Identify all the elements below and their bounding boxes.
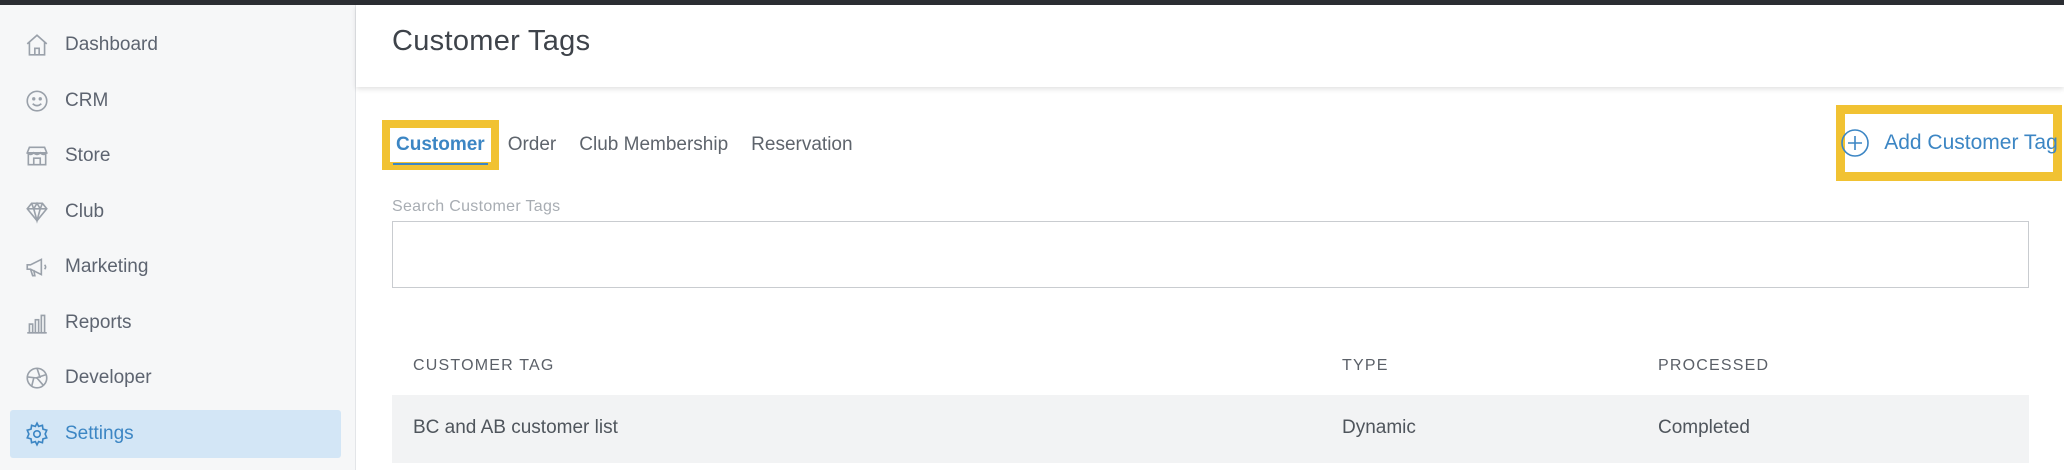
add-customer-tag-label: Add Customer Tag xyxy=(1884,131,2058,154)
sidebar-item-crm[interactable]: CRM xyxy=(10,77,341,125)
sidebar-item-label: Dashboard xyxy=(65,34,158,55)
gear-icon xyxy=(23,420,51,448)
sidebar-item-label: Reports xyxy=(65,311,132,333)
megaphone-icon xyxy=(23,253,51,281)
cell-processed: Completed xyxy=(1658,417,1750,438)
sidebar-item-label: Developer xyxy=(65,367,152,388)
sidebar-item-dashboard[interactable]: Dashboard xyxy=(10,21,341,69)
page-header: Customer Tags xyxy=(356,5,2064,87)
sidebar-item-store[interactable]: Store xyxy=(10,132,341,180)
sidebar-item-club[interactable]: Club xyxy=(10,188,341,236)
diamond-icon xyxy=(23,198,51,226)
tab-club-membership[interactable]: Club Membership xyxy=(579,134,728,156)
cell-type: Dynamic xyxy=(1342,417,1416,438)
column-header-processed[interactable]: PROCESSED xyxy=(1658,357,1769,375)
sidebar-item-label: Store xyxy=(65,145,111,166)
plus-circle-icon xyxy=(1840,128,1870,158)
sidebar-item-settings[interactable]: Settings xyxy=(10,409,341,458)
sidebar: Dashboard CRM Store Club Marketing Repor… xyxy=(0,5,356,470)
smiley-icon xyxy=(23,87,51,115)
page-title: Customer Tags xyxy=(392,25,591,57)
main-content: Customer Tags Customer Order Club Member… xyxy=(356,5,2064,470)
aperture-icon xyxy=(23,364,51,392)
search-label: Search Customer Tags xyxy=(392,198,561,215)
home-icon xyxy=(23,31,51,59)
sidebar-item-label: Settings xyxy=(65,422,134,444)
cell-customer-tag: BC and AB customer list xyxy=(413,417,618,438)
table-row[interactable]: BC and AB customer list Dynamic Complete… xyxy=(392,395,2029,463)
sidebar-item-label: Club xyxy=(65,200,105,222)
add-customer-tag-button[interactable]: Add Customer Tag xyxy=(1836,105,2062,181)
sidebar-item-reports[interactable]: Reports xyxy=(10,299,341,347)
table-header: CUSTOMER TAG TYPE PROCESSED xyxy=(392,347,2029,387)
sidebar-item-label: CRM xyxy=(65,89,109,111)
tab-reservation[interactable]: Reservation xyxy=(751,134,852,156)
store-icon xyxy=(23,142,51,170)
tab-customer[interactable]: Customer xyxy=(382,120,499,170)
sidebar-item-marketing[interactable]: Marketing xyxy=(10,243,341,291)
sidebar-item-label: Marketing xyxy=(65,256,149,277)
tab-order[interactable]: Order xyxy=(508,134,557,156)
column-header-customer-tag[interactable]: CUSTOMER TAG xyxy=(413,357,555,375)
bar-chart-icon xyxy=(23,309,51,337)
tab-bar: Customer Order Club Membership Reservati… xyxy=(382,120,853,170)
sidebar-nav: Dashboard CRM Store Club Marketing Repor… xyxy=(0,5,355,458)
search-input[interactable] xyxy=(392,221,2029,288)
sidebar-item-developer[interactable]: Developer xyxy=(10,354,341,402)
column-header-type[interactable]: TYPE xyxy=(1342,357,1389,375)
